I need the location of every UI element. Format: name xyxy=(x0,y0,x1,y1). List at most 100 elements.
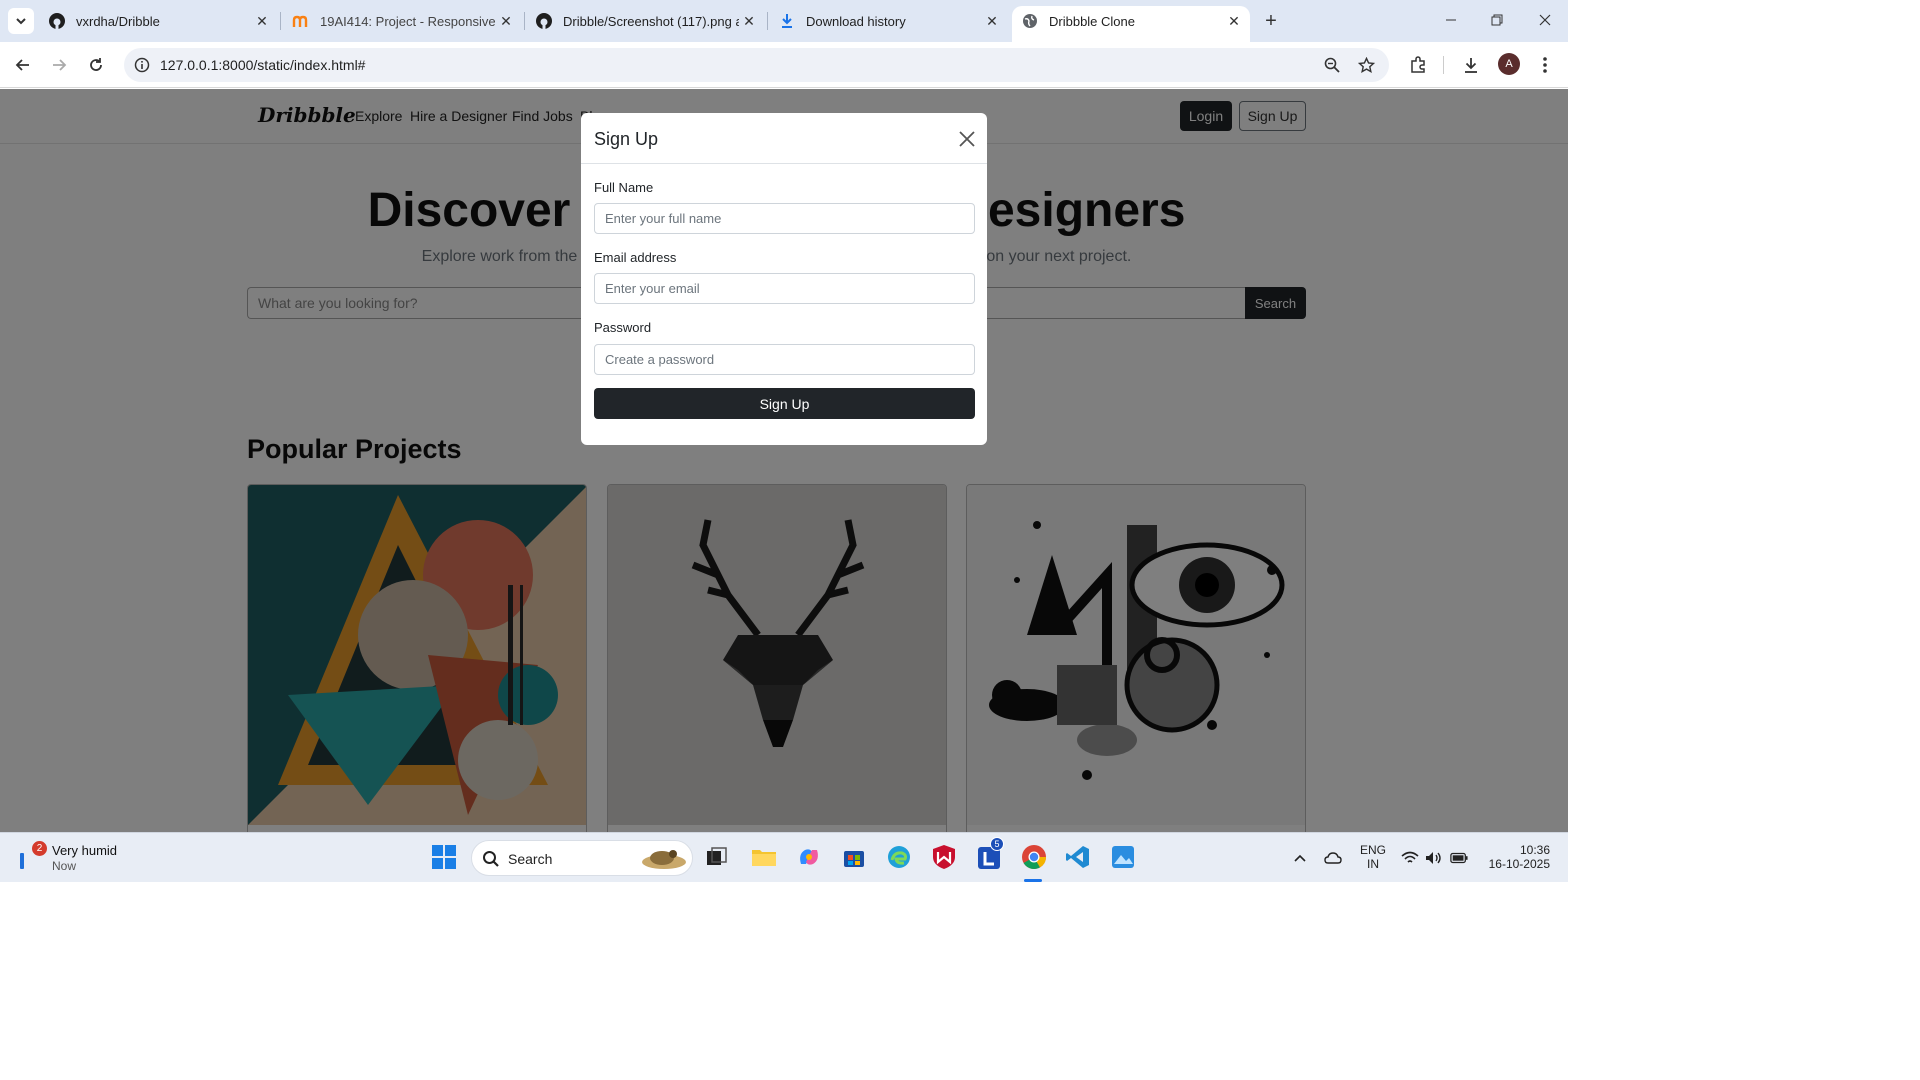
close-icon xyxy=(959,131,975,147)
app-badge: 5 xyxy=(990,837,1004,851)
folder-icon xyxy=(752,850,776,866)
bookmark-star-icon[interactable] xyxy=(1356,55,1376,75)
moodle-icon xyxy=(292,12,310,30)
close-window-button[interactable] xyxy=(1530,8,1560,32)
photos-icon xyxy=(1112,846,1134,868)
forward-arrow-icon xyxy=(53,59,67,71)
tab-title: Dribble/Screenshot (117).png at xyxy=(563,13,739,29)
clock-time: 10:36 xyxy=(1519,843,1550,857)
mcafee-button[interactable] xyxy=(930,843,958,871)
tab-search-button[interactable] xyxy=(8,8,34,34)
close-icon[interactable]: ✕ xyxy=(1224,11,1244,31)
wifi-icon[interactable] xyxy=(1401,849,1419,867)
restore-icon xyxy=(1491,14,1503,26)
edge-button[interactable] xyxy=(885,843,913,871)
weather-subtitle: Now xyxy=(52,859,77,873)
tab-dribbble-clone[interactable]: Dribbble Clone ✕ xyxy=(1012,6,1250,42)
extensions-icon[interactable] xyxy=(1407,54,1429,76)
photos-button[interactable] xyxy=(1109,843,1137,871)
forward-button[interactable] xyxy=(46,52,72,78)
site-info-icon[interactable] xyxy=(132,55,152,75)
task-view-button[interactable] xyxy=(703,843,731,871)
reload-icon xyxy=(90,58,102,71)
url-text: 127.0.0.1:8000/static/index.html# xyxy=(160,57,366,73)
volume-icon[interactable] xyxy=(1425,849,1443,867)
language-code: ENG xyxy=(1359,843,1386,857)
minimize-icon xyxy=(1446,19,1456,21)
full-name-field[interactable]: Enter your full name xyxy=(594,203,975,234)
close-icon xyxy=(1539,14,1551,26)
clock[interactable]: 10:36 16-10-2025 xyxy=(1484,843,1550,871)
profile-avatar[interactable]: A xyxy=(1498,53,1520,75)
minimize-button[interactable] xyxy=(1436,8,1466,32)
store-button[interactable] xyxy=(840,843,868,871)
tab-download-history[interactable]: Download history ✕ xyxy=(778,6,1002,36)
github-icon xyxy=(535,12,553,30)
l-app-button[interactable]: 5 xyxy=(976,837,1004,871)
close-icon[interactable]: ✕ xyxy=(252,11,272,31)
tab-title: vxrdha/Dribble xyxy=(76,13,160,29)
tab-separator xyxy=(767,12,768,30)
tab-title: 19AI414: Project - Responsive W xyxy=(320,13,496,29)
chevron-up-icon[interactable] xyxy=(1291,849,1309,867)
close-icon[interactable]: ✕ xyxy=(982,11,1002,31)
start-button[interactable] xyxy=(430,843,458,871)
back-arrow-icon xyxy=(15,59,29,71)
taskbar-search[interactable]: Search xyxy=(471,840,693,876)
back-button[interactable] xyxy=(10,52,36,78)
modal-close-button[interactable] xyxy=(955,127,979,151)
password-label: Password xyxy=(594,320,652,335)
language-region: IN xyxy=(1367,857,1379,871)
email-field[interactable]: Enter your email xyxy=(594,273,975,304)
download-icon xyxy=(778,12,796,30)
email-label: Email address xyxy=(594,250,677,265)
reload-button[interactable] xyxy=(83,52,109,78)
weather-title: Very humid xyxy=(52,843,118,858)
restore-button[interactable] xyxy=(1482,8,1512,32)
zoom-icon[interactable] xyxy=(1322,55,1342,75)
tab-19ai414-project[interactable]: 19AI414: Project - Responsive W ✕ xyxy=(292,6,516,36)
github-icon xyxy=(48,12,66,30)
file-explorer-button[interactable] xyxy=(750,843,778,871)
edge-icon xyxy=(888,846,910,868)
tab-dribble-screenshot[interactable]: Dribble/Screenshot (117).png at ✕ xyxy=(535,6,759,36)
toolbar-divider xyxy=(1443,56,1444,74)
signup-modal: Sign Up Full Name Enter your full name E… xyxy=(581,113,987,445)
vscode-icon xyxy=(1066,846,1089,868)
kebab-menu-icon[interactable] xyxy=(1534,54,1556,76)
browser-tab-strip: vxrdha/Dribble ✕ 19AI414: Project - Resp… xyxy=(0,0,1568,42)
close-icon[interactable]: ✕ xyxy=(739,11,759,31)
taskbar-search-label: Search xyxy=(508,851,553,867)
chrome-icon xyxy=(1022,845,1046,870)
address-bar[interactable]: 127.0.0.1:8000/static/index.html# xyxy=(124,48,1389,82)
store-icon xyxy=(844,851,864,867)
vscode-button[interactable] xyxy=(1064,843,1092,871)
task-view-icon xyxy=(707,847,727,865)
downloads-icon[interactable] xyxy=(1460,54,1482,76)
copilot-button[interactable] xyxy=(795,843,823,871)
page-viewport: Dribbble Explore Hire a Designer Find Jo… xyxy=(0,89,1568,832)
close-icon[interactable]: ✕ xyxy=(496,11,516,31)
plus-icon: + xyxy=(1265,9,1277,32)
password-field[interactable]: Create a password xyxy=(594,344,975,375)
shield-icon xyxy=(933,845,955,869)
clock-date: 16-10-2025 xyxy=(1488,857,1550,871)
tab-title: Download history xyxy=(806,13,906,29)
chevron-down-icon xyxy=(16,18,26,25)
new-tab-button[interactable]: + xyxy=(1258,8,1284,34)
notification-badge: 2 xyxy=(32,841,47,856)
chrome-button[interactable] xyxy=(1020,843,1048,871)
signup-submit-button[interactable]: Sign Up xyxy=(594,388,975,419)
weather-widget[interactable]: 2 Very humid Now xyxy=(18,841,138,877)
modal-title: Sign Up xyxy=(594,129,659,149)
tab-separator xyxy=(524,12,525,30)
onedrive-icon[interactable] xyxy=(1324,849,1342,867)
tab-separator xyxy=(280,12,281,30)
taskbar: 2 Very humid Now Search 5 ENG IN 10:36 1… xyxy=(0,832,1568,882)
language-indicator[interactable]: ENG IN xyxy=(1358,843,1388,871)
tab-vxrdha-dribble[interactable]: vxrdha/Dribble ✕ xyxy=(48,6,272,36)
battery-icon[interactable] xyxy=(1450,849,1468,867)
search-highlight-icon xyxy=(642,850,686,869)
globe-icon xyxy=(1021,12,1039,30)
tab-title: Dribbble Clone xyxy=(1049,13,1135,29)
